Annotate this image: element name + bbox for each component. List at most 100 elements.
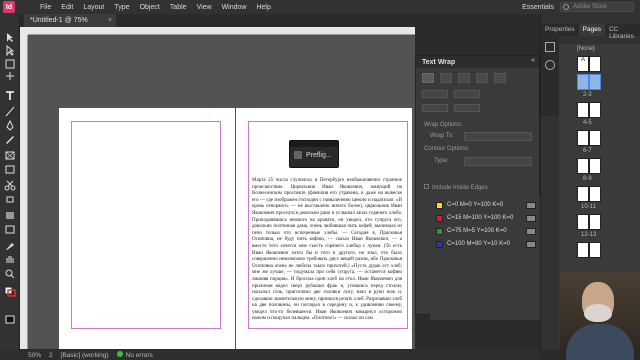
tab-cc-libraries[interactable]: CC Libraries	[605, 24, 640, 40]
preflight-profile[interactable]: [Basic] (working)	[61, 352, 109, 359]
menu-object[interactable]: Object	[135, 4, 165, 11]
page-thumb[interactable]	[589, 214, 601, 230]
pencil-tool-icon[interactable]	[4, 134, 16, 145]
stock-search-input[interactable]: Adobe Stock	[560, 2, 634, 12]
rectangle-frame-tool-icon[interactable]	[4, 150, 16, 161]
text-wrap-titlebar: Text Wrap «	[416, 56, 539, 68]
right-panel-tabs: Properties Pages CC Libraries	[541, 24, 640, 40]
swatches-panel: C=0 M=0 Y=100 K=0 C=15 M=100 Y=100 K=0 C…	[430, 195, 540, 320]
hand-tool-icon[interactable]	[4, 254, 16, 265]
tab-pages[interactable]: Pages	[578, 24, 606, 36]
main-menu: File Edit Layout Type Object Table View …	[35, 4, 276, 11]
type-tool-icon[interactable]	[4, 90, 16, 101]
page-thumb-selected[interactable]	[577, 74, 589, 90]
fill-stroke-icon[interactable]	[4, 286, 16, 297]
page-tool-icon[interactable]	[4, 58, 16, 69]
close-icon[interactable]: «	[531, 57, 535, 64]
page-thumb[interactable]	[589, 158, 601, 174]
menu-window[interactable]: Window	[217, 4, 252, 11]
menu-edit[interactable]: Edit	[56, 4, 78, 11]
gradient-tool-icon[interactable]	[4, 210, 16, 221]
eyedropper-tool-icon[interactable]	[4, 240, 16, 251]
screen-mode-icon[interactable]	[4, 314, 16, 325]
line-tool-icon[interactable]	[4, 106, 16, 117]
close-icon[interactable]: ×	[108, 14, 112, 27]
menu-layout[interactable]: Layout	[78, 4, 109, 11]
top-offset-field[interactable]	[422, 90, 448, 98]
free-transform-tool-icon[interactable]	[4, 194, 16, 205]
page-number[interactable]: 2	[49, 352, 53, 359]
zoom-level[interactable]: 50%	[28, 352, 41, 359]
swatch-row[interactable]: C=75 M=5 Y=100 K=0	[436, 225, 536, 237]
include-inside-edges-checkbox[interactable]: Include Inside Edges	[424, 184, 488, 191]
page-thumb[interactable]	[577, 158, 589, 174]
rectangle-tool-icon[interactable]	[4, 164, 16, 175]
preflight-status[interactable]: No errors	[116, 351, 153, 359]
wrap-type-buttons	[422, 73, 506, 83]
workspace-switcher[interactable]: Essentials	[522, 4, 554, 11]
note-tool-icon[interactable]	[4, 224, 16, 235]
pasteboard[interactable]: Марта 25 числа случилось в Петербурге не…	[28, 35, 415, 349]
no-wrap-button[interactable]	[422, 73, 434, 83]
page-thumb[interactable]	[577, 130, 589, 146]
layers-icon[interactable]	[545, 42, 555, 52]
wrap-object-shape-button[interactable]	[458, 73, 470, 83]
links-icon[interactable]	[545, 60, 555, 70]
story-text-frame[interactable]: Марта 25 числа случилось в Петербурге не…	[252, 178, 402, 323]
page-thumb[interactable]	[589, 130, 601, 146]
menu-help[interactable]: Help	[251, 4, 275, 11]
jump-next-column-button[interactable]	[494, 73, 506, 83]
page-thumb[interactable]	[589, 242, 601, 258]
document-tab[interactable]: *Untitled-1 @ 75% ×	[24, 14, 116, 27]
right-offset-field[interactable]	[454, 104, 480, 112]
preflight-icon	[294, 151, 302, 159]
ruler-origin[interactable]	[20, 27, 28, 35]
selection-tool-icon[interactable]	[4, 32, 16, 43]
offset-row-top	[422, 90, 480, 98]
swatch-row[interactable]: C=100 M=90 Y=10 K=0	[436, 238, 536, 250]
page-thumb[interactable]	[589, 102, 601, 118]
direct-selection-tool-icon[interactable]	[4, 44, 16, 57]
preflight-label: Preflig...	[306, 151, 332, 159]
wrap-to-select[interactable]	[464, 132, 532, 141]
scissors-tool-icon[interactable]	[4, 180, 16, 191]
errors-label: No errors	[125, 352, 153, 359]
cmyk-icon	[526, 240, 536, 248]
gap-tool-icon[interactable]	[4, 71, 16, 82]
page-thumb-selected[interactable]	[589, 74, 601, 90]
page-thumb[interactable]	[577, 242, 589, 258]
tab-properties[interactable]: Properties	[541, 24, 579, 36]
page-label: 8-9	[583, 176, 592, 182]
page-thumb[interactable]	[577, 186, 589, 202]
page-thumb[interactable]	[577, 102, 589, 118]
none-master-label[interactable]: [None]	[577, 46, 595, 52]
page-thumb[interactable]	[577, 214, 589, 230]
preflight-popup[interactable]: Preflig...	[289, 140, 339, 168]
contour-type-select[interactable]	[464, 157, 532, 166]
swatch-chip	[436, 227, 443, 235]
menu-table[interactable]: Table	[165, 4, 192, 11]
include-inside-edges-label: Include Inside Edges	[432, 185, 488, 191]
bottom-offset-field[interactable]	[422, 104, 448, 112]
horizontal-ruler[interactable]	[28, 27, 415, 35]
vertical-ruler[interactable]	[20, 35, 28, 349]
page-thumb[interactable]	[589, 186, 601, 202]
swatch-name: C=15 M=100 Y=100 K=0	[447, 215, 514, 221]
contour-options-label: Contour Options:	[424, 146, 470, 152]
jump-object-button[interactable]	[476, 73, 488, 83]
swatch-row[interactable]: C=0 M=0 Y=100 K=0	[436, 199, 536, 211]
swatch-name: C=0 M=0 Y=100 K=0	[447, 202, 504, 208]
menu-view[interactable]: View	[192, 4, 217, 11]
menu-file[interactable]: File	[35, 4, 56, 11]
pen-tool-icon[interactable]	[4, 119, 16, 131]
left-offset-field[interactable]	[454, 90, 480, 98]
zoom-tool-icon[interactable]	[4, 268, 16, 279]
search-placeholder: Adobe Stock	[573, 4, 608, 10]
page-left[interactable]	[59, 108, 235, 349]
cmyk-icon	[526, 201, 536, 209]
master-page-thumb[interactable]	[589, 56, 601, 72]
wrap-bounding-box-button[interactable]	[440, 73, 452, 83]
menu-type[interactable]: Type	[109, 4, 134, 11]
page-label: 10-11	[581, 204, 596, 210]
swatch-row[interactable]: C=15 M=100 Y=100 K=0	[436, 212, 536, 224]
